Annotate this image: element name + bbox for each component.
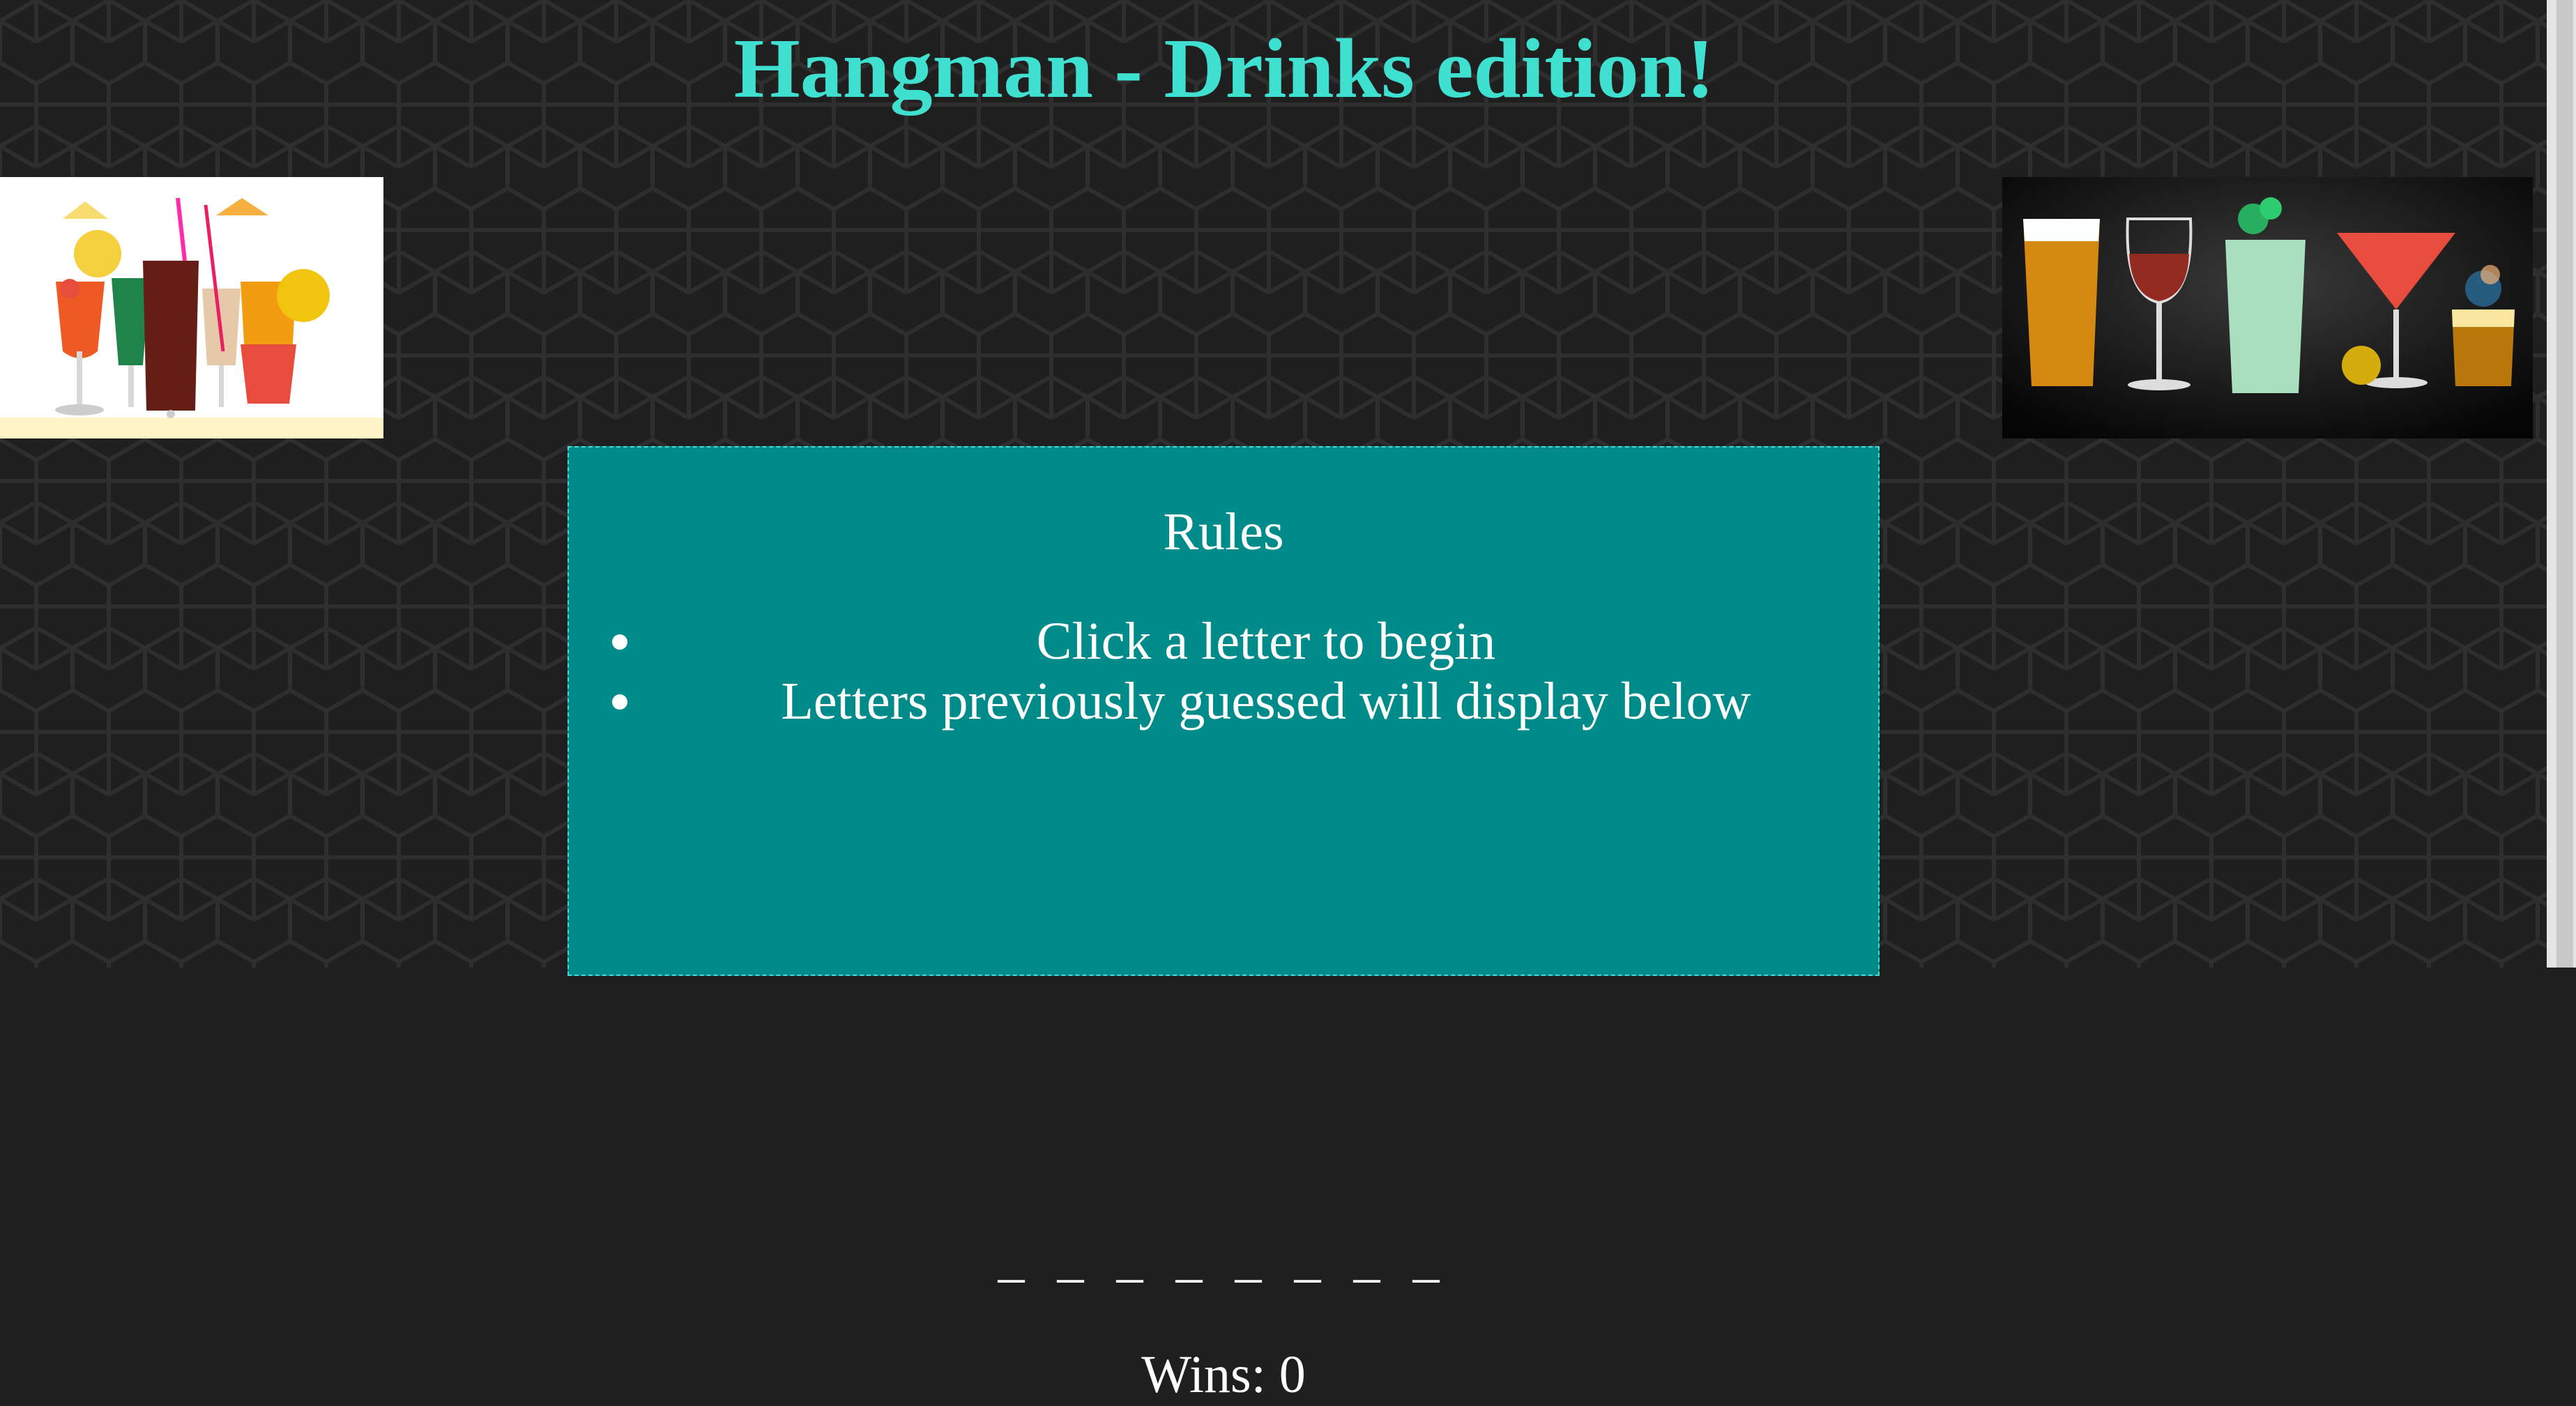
list-item: Click a letter to begin [612,611,1878,671]
bullet-icon [612,694,627,710]
rules-list: Click a letter to begin Letters previous… [612,611,1878,731]
bullet-icon [612,634,627,650]
hidden-word-display: _ _ _ _ _ _ _ _ [998,1229,1449,1287]
cocktails-image [0,177,383,438]
wins-counter: Wins: 0 [1141,1345,1306,1404]
assorted-drinks-image [2002,177,2533,438]
scrollbar-thumb[interactable] [2556,0,2573,968]
vertical-scrollbar[interactable] [2547,0,2576,968]
page: { "header": { "title": "Hangman - Drinks… [0,0,2576,1404]
rules-panel: Rules Click a letter to begin Letters pr… [567,446,1880,1404]
list-item: Letters previously guessed will display … [612,671,1878,731]
rule-text: Letters previously guessed will display … [781,672,1751,731]
rule-text: Click a letter to begin [1036,612,1496,671]
page-title: Hangman - Drinks edition! [733,22,1715,116]
rules-heading: Rules [1163,503,1284,561]
